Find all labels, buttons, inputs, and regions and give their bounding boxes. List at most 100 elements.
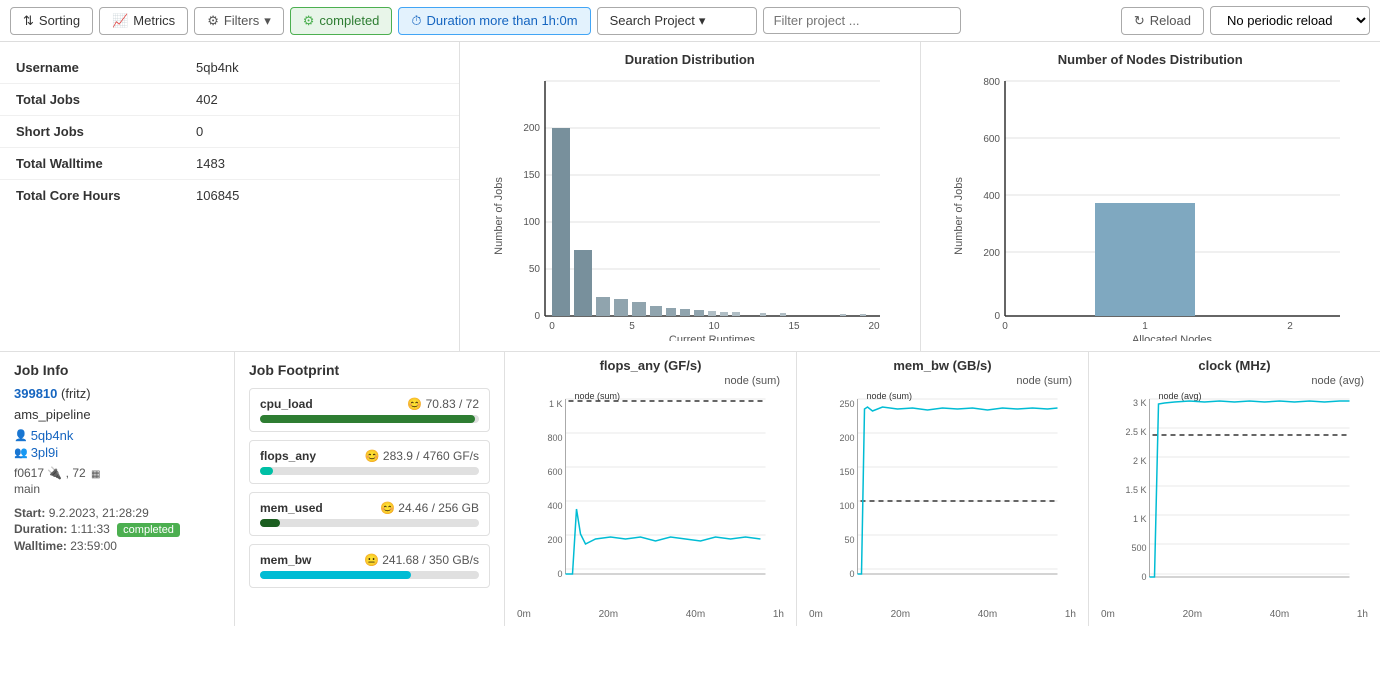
user2-link[interactable]: 3pl9i: [31, 445, 58, 460]
svg-text:0: 0: [1141, 572, 1146, 582]
cpu-load-bar-fill: [260, 415, 475, 423]
membw-node-label: node (sum): [805, 375, 1080, 387]
stats-row-shortjobs: Short Jobs 0: [0, 116, 459, 148]
stats-row-walltime: Total Walltime 1483: [0, 148, 459, 180]
user2-row: 👥 3pl9i: [14, 445, 220, 460]
stats-row-corehours: Total Core Hours 106845: [0, 180, 459, 211]
svg-text:Current Runtimes: Current Runtimes: [669, 334, 756, 341]
svg-text:5: 5: [629, 321, 635, 332]
svg-text:15: 15: [788, 321, 800, 332]
search-project-label: Search Project: [610, 13, 695, 28]
partition-row: main: [14, 482, 220, 496]
reload-label: Reload: [1150, 13, 1191, 28]
filters-button[interactable]: ⚙ Filters ▾: [194, 7, 284, 35]
svg-text:Number of Jobs: Number of Jobs: [493, 177, 505, 255]
start-label: Start:: [14, 506, 45, 520]
flops-node-label: node (sum): [513, 375, 788, 387]
svg-text:2.5 K: 2.5 K: [1125, 427, 1146, 437]
duration-button[interactable]: ⏱ Duration more than 1h:0m: [398, 7, 590, 35]
svg-text:200: 200: [839, 433, 854, 443]
duration-chart-container: Duration Distribution Number of Jobs 0 5…: [460, 42, 921, 351]
chip-icon: ▦: [91, 469, 100, 480]
mem-used-bar-bg: [260, 519, 479, 527]
walltime-text-label: Walltime:: [14, 539, 67, 553]
svg-text:400: 400: [547, 501, 562, 511]
membw-x-1h: 1h: [1065, 609, 1076, 620]
footprint-panel: Job Footprint cpu_load 😊 70.83 / 72 flop…: [235, 352, 505, 626]
metric-card-cpu-load: cpu_load 😊 70.83 / 72: [249, 388, 490, 432]
svg-text:150: 150: [523, 170, 540, 181]
svg-text:0: 0: [534, 311, 540, 322]
flops-bar-bg: [260, 467, 479, 475]
filters-label: Filters: [224, 13, 259, 28]
duration-row: Duration: 1:11:33 completed: [14, 522, 220, 537]
svg-text:10: 10: [708, 321, 720, 332]
top-row: Username 5qb4nk Total Jobs 402 Short Job…: [0, 42, 1380, 352]
membw-timeseries-panel: mem_bw (GB/s) node (sum) 0 50 100 150 20…: [797, 352, 1089, 626]
svg-text:150: 150: [839, 467, 854, 477]
mem-used-value: 😊 24.46 / 256 GB: [380, 501, 479, 515]
svg-text:50: 50: [529, 264, 541, 275]
nodes-chart-svg: Number of Jobs 0 200 400 600 800 0 1: [940, 71, 1360, 341]
flops-value: 😊 283.9 / 4760 GF/s: [365, 449, 479, 463]
status-badge: completed: [117, 523, 180, 537]
svg-text:1: 1: [1142, 321, 1148, 332]
metrics-icon: 📈: [112, 13, 128, 29]
filter-icon: ⚙: [207, 13, 219, 29]
svg-text:Allocated Nodes: Allocated Nodes: [1132, 334, 1213, 341]
user1-row: 👤 5qb4nk: [14, 428, 220, 443]
metric-card-mem-used: mem_used 😊 24.46 / 256 GB: [249, 492, 490, 536]
metrics-button[interactable]: 📈 Metrics: [99, 7, 188, 35]
svg-text:2 K: 2 K: [1133, 456, 1147, 466]
svg-text:2: 2: [1287, 321, 1293, 332]
duration-icon: ⏱: [411, 13, 421, 29]
walltime-label: Total Walltime: [16, 156, 196, 171]
reload-icon: ↻: [1134, 13, 1145, 29]
walltime-value: 1483: [196, 156, 225, 171]
user1-link[interactable]: 5qb4nk: [31, 428, 74, 443]
svg-text:500: 500: [1131, 543, 1146, 553]
completed-label: completed: [319, 13, 379, 28]
username-label: Username: [16, 60, 196, 75]
clock-x-0m: 0m: [1101, 609, 1115, 620]
job-id-row: 399810 (fritz): [14, 386, 220, 401]
completed-gear-icon: ⚙: [303, 13, 315, 29]
completed-button[interactable]: ⚙ completed: [290, 7, 393, 35]
metric-header-cpu-load: cpu_load 😊 70.83 / 72: [260, 397, 479, 411]
user-icon: 👤: [14, 429, 28, 442]
cpu-load-bar-bg: [260, 415, 479, 423]
search-project-dropdown[interactable]: Search Project ▾: [597, 7, 757, 35]
flops-x-axis: 0m 20m 40m 1h: [513, 609, 788, 620]
flops-timeseries-panel: flops_any (GF/s) node (sum) 0 200 400 60…: [505, 352, 797, 626]
walltime-row: Walltime: 23:59:00: [14, 539, 220, 553]
svg-text:800: 800: [547, 433, 562, 443]
membw-ts-svg: 0 50 100 150 200 250 node (sum): [805, 389, 1080, 609]
sorting-button[interactable]: Sorting: [10, 7, 93, 35]
metric-card-flops: flops_any 😊 283.9 / 4760 GF/s: [249, 440, 490, 484]
node-count-value: , 72: [66, 466, 86, 480]
membw-x-axis: 0m 20m 40m 1h: [805, 609, 1080, 620]
reload-button[interactable]: ↻ Reload: [1121, 7, 1204, 35]
nodes-chart-container: Number of Nodes Distribution Number of J…: [921, 42, 1380, 351]
flops-x-1h: 1h: [773, 609, 784, 620]
svg-text:1.5 K: 1.5 K: [1125, 485, 1146, 495]
clock-x-40m: 40m: [1270, 609, 1289, 620]
svg-text:600: 600: [984, 134, 1001, 145]
job-info-panel: Job Info 399810 (fritz) ams_pipeline 👤 5…: [0, 352, 235, 626]
svg-text:200: 200: [547, 535, 562, 545]
flops-x-20m: 20m: [599, 609, 618, 620]
footprint-title: Job Footprint: [249, 362, 490, 378]
cpu-load-value: 😊 70.83 / 72: [407, 397, 479, 411]
filter-project-input[interactable]: [763, 7, 961, 34]
svg-text:400: 400: [984, 191, 1001, 202]
job-id-link[interactable]: 399810: [14, 386, 57, 401]
start-value: 9.2.2023, 21:28:29: [49, 506, 149, 520]
svg-text:node (sum): node (sum): [867, 391, 913, 401]
membw-x-0m: 0m: [809, 609, 823, 620]
svg-text:3 K: 3 K: [1133, 398, 1147, 408]
periodic-reload-select[interactable]: No periodic reload: [1210, 6, 1370, 35]
mem-bw-name: mem_bw: [260, 553, 311, 567]
clock-x-1h: 1h: [1357, 609, 1368, 620]
membw-x-20m: 20m: [891, 609, 910, 620]
mem-bw-bar-bg: [260, 571, 479, 579]
